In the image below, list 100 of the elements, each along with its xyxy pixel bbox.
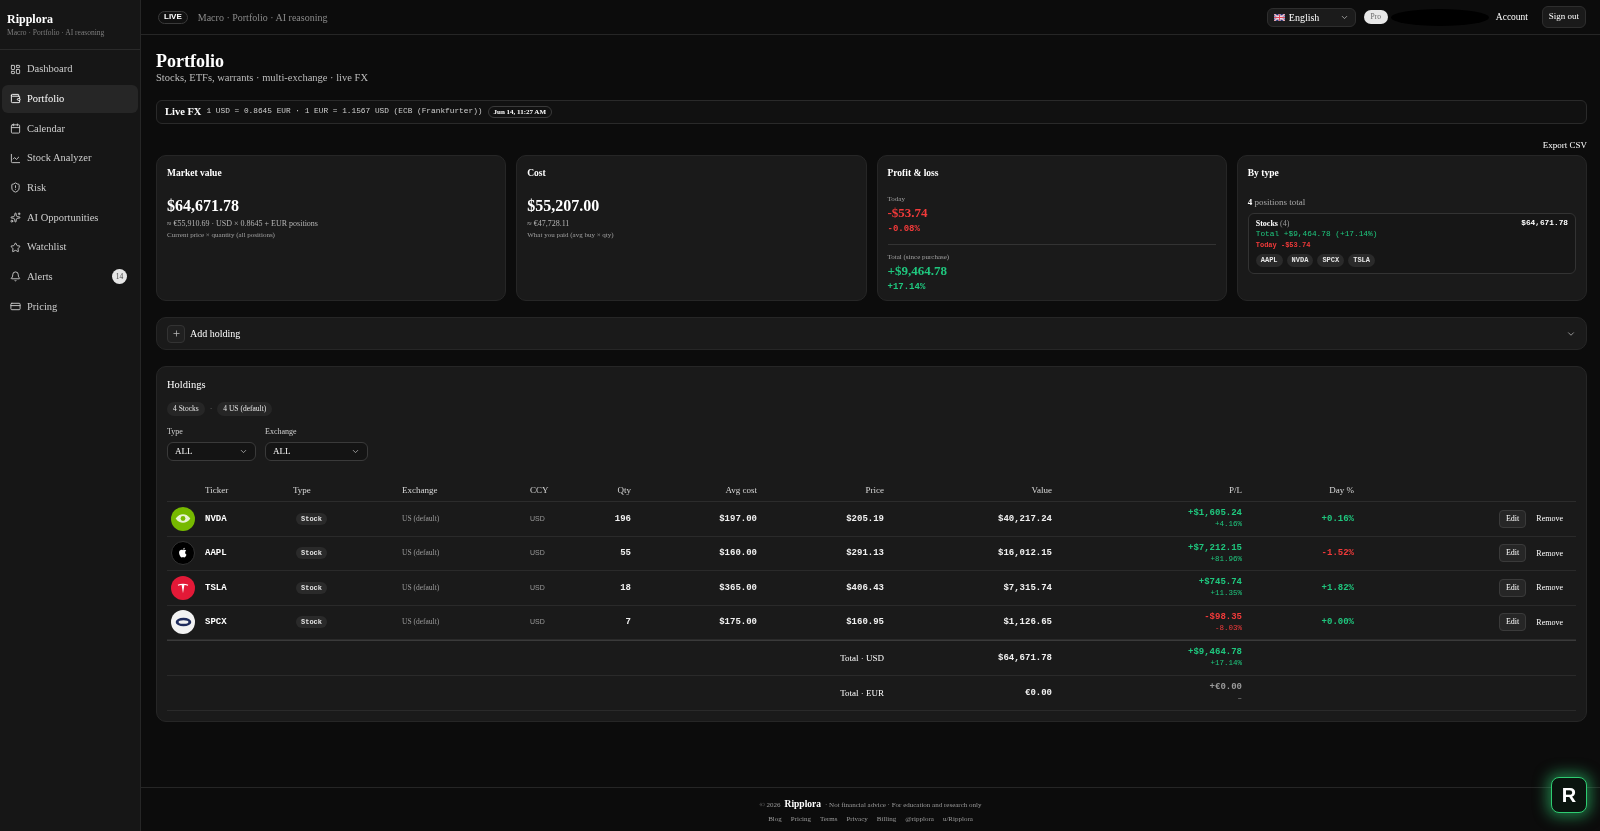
edit-button[interactable]: Edit: [1499, 578, 1527, 597]
card-note: ≈ €47,728.11: [527, 218, 570, 229]
quantity-cell: 7: [625, 616, 631, 629]
card-title: By type: [1247, 167, 1279, 180]
column-header: Value: [1031, 483, 1052, 496]
sidebar-item[interactable]: Pricing: [2, 292, 138, 321]
column-header: Exchange: [402, 483, 438, 496]
filter-label: Type: [167, 426, 183, 437]
edit-button[interactable]: Edit: [1499, 544, 1527, 563]
sidebar-item[interactable]: Dashboard: [2, 55, 138, 83]
value-cell: $7,315.74: [1003, 581, 1052, 594]
filter-label: Exchange: [265, 426, 297, 437]
oval-logo-icon: [171, 610, 195, 635]
price-cell: $205.19: [846, 512, 884, 525]
ticker-cell: SPCX: [205, 616, 227, 629]
t-logo-icon: [171, 575, 195, 600]
card-value: $64,671.78: [167, 196, 239, 215]
pl-value: -$98.35: [1204, 611, 1242, 623]
day-change-cell: +0.00%: [1321, 616, 1354, 629]
total-label: Total · USD: [840, 651, 884, 664]
star-icon: [10, 241, 21, 253]
plus-icon: [167, 324, 185, 343]
pl-value: +$9,464.78: [887, 263, 947, 279]
pl-percent: +17.14%: [887, 281, 926, 293]
total-label: Total · EUR: [840, 686, 884, 699]
value-cell: $1,126.65: [1003, 616, 1052, 629]
brand-name: Ripplora: [7, 12, 53, 27]
language-select[interactable]: English: [1266, 7, 1356, 27]
sidebar-item[interactable]: Calendar: [2, 114, 138, 143]
edit-button[interactable]: Edit: [1499, 509, 1527, 528]
calendar-icon: [10, 122, 21, 134]
eye-logo-icon: [171, 506, 195, 531]
price-cell: $160.95: [846, 616, 884, 629]
bell-icon: [10, 271, 21, 283]
quantity-cell: 55: [620, 547, 631, 560]
sign-out-button[interactable]: Sign out: [1542, 6, 1586, 28]
page-title: Portfolio: [156, 51, 224, 71]
day-change-cell: -1.52%: [1321, 547, 1354, 560]
shield-icon: [10, 182, 21, 194]
ticker-cell: NVDA: [205, 512, 227, 525]
sidebar-item[interactable]: AI Opportunities: [2, 203, 138, 232]
filter-select[interactable]: ALL: [265, 442, 368, 461]
footer-brand: Ripplora: [784, 798, 821, 810]
sparkles-icon: [10, 211, 21, 223]
total-value: $64,671.78: [998, 651, 1052, 664]
pl-value: +$1,605.24: [1188, 508, 1242, 520]
sidebar-item[interactable]: Portfolio: [2, 84, 138, 113]
wallet-icon: [10, 93, 21, 105]
column-header: Type: [293, 483, 311, 496]
remove-button[interactable]: Remove: [1536, 513, 1563, 525]
group-name: Stocks: [1255, 218, 1278, 229]
column-header: Day %: [1329, 483, 1354, 496]
live-badge: LIVE: [158, 10, 188, 24]
remove-button[interactable]: Remove: [1536, 582, 1563, 594]
page-subtitle: Stocks, ETFs, warrants · multi-exchange · live FX: [156, 71, 368, 85]
chevron-down-icon: [351, 447, 360, 456]
total-value: €0.00: [1025, 686, 1052, 699]
value-cell: $16,012.15: [998, 547, 1052, 560]
card-title: Market value: [167, 167, 222, 180]
column-header: Avg cost: [725, 483, 757, 496]
quantity-cell: 18: [620, 581, 631, 594]
dashboard-icon: [10, 63, 21, 75]
column-header: Price: [865, 483, 884, 496]
remove-button[interactable]: Remove: [1536, 547, 1563, 559]
avg-cost-cell: $160.00: [719, 547, 757, 560]
positions-summary: 4 positions total: [1247, 196, 1306, 208]
line-chart-icon: [10, 152, 21, 164]
flag-icon: [1273, 13, 1285, 21]
pl-value: +$745.74: [1198, 577, 1242, 589]
column-header: Qty: [617, 483, 631, 496]
sidebar-item[interactable]: Watchlist: [2, 233, 138, 262]
chevron-down-icon: [239, 447, 248, 456]
credit-card-icon: [10, 301, 21, 312]
card-title: Profit & loss: [887, 167, 939, 180]
day-change-cell: +0.16%: [1321, 512, 1354, 525]
account-link[interactable]: Account: [1495, 9, 1528, 25]
pl-value: +$7,212.15: [1188, 542, 1242, 554]
holdings-title: Holdings: [167, 378, 206, 392]
avg-cost-cell: $197.00: [719, 512, 757, 525]
edit-button[interactable]: Edit: [1499, 613, 1527, 632]
card-title: Cost: [527, 167, 546, 180]
launcher-button[interactable]: R: [1551, 777, 1587, 813]
card-value: $55,207.00: [527, 196, 600, 215]
apple-icon: [171, 541, 195, 566]
quantity-cell: 196: [614, 512, 631, 525]
price-cell: $406.43: [846, 581, 884, 594]
remove-button[interactable]: Remove: [1536, 616, 1563, 628]
column-header: Ticker: [205, 483, 229, 496]
fx-label: Live FX: [165, 105, 202, 120]
pl-value: -$53.74: [887, 205, 928, 221]
value-cell: $40,217.24: [998, 512, 1052, 525]
export-csv-button[interactable]: Export CSV: [1542, 140, 1587, 151]
avg-cost-cell: $365.00: [719, 581, 757, 594]
pl-percent: -0.08%: [887, 223, 920, 235]
add-holding-button[interactable]: Add holding: [156, 317, 1587, 350]
group-count: (4): [1280, 218, 1290, 229]
sidebar-item[interactable]: Stock Analyzer: [2, 144, 138, 173]
sidebar-item[interactable]: Risk: [2, 173, 138, 202]
price-cell: $291.13: [846, 547, 884, 560]
filter-select[interactable]: ALL: [167, 442, 256, 461]
